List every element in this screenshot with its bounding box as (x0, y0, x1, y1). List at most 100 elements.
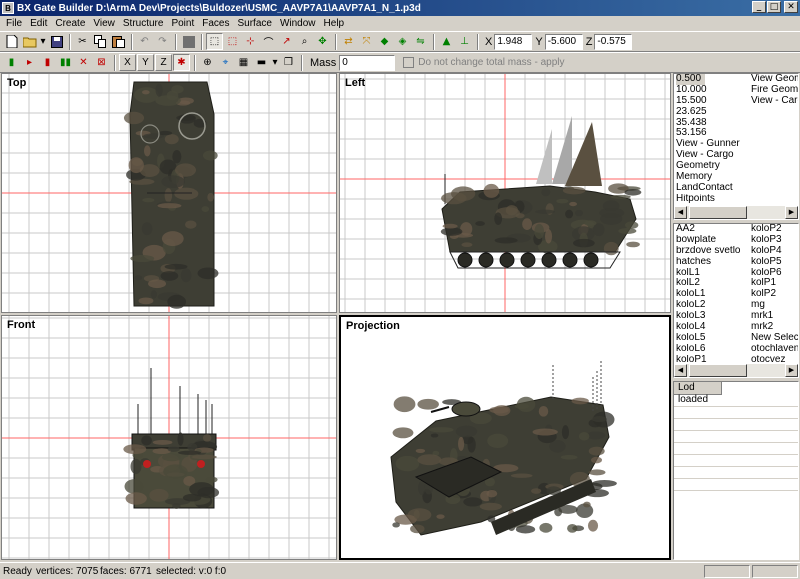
dropdown-arrow-icon[interactable]: ▾ (39, 33, 47, 50)
select-tool-icon[interactable]: ⬚ (206, 33, 223, 50)
scroll-thumb[interactable] (689, 364, 747, 377)
selection-item[interactable]: koloP4 (751, 246, 798, 257)
left-view-canvas[interactable] (340, 74, 671, 313)
cross-select-icon[interactable]: ✕ (75, 54, 92, 71)
select-faces-icon[interactable]: ⬚ (224, 33, 241, 50)
undo-icon[interactable]: ↶ (136, 33, 153, 50)
cylinder-red-icon[interactable]: ▮ (39, 54, 56, 71)
select-vertices-icon[interactable]: ⊹ (242, 33, 259, 50)
selection-item[interactable]: koloL6 (676, 344, 750, 355)
keep-mass-checkbox[interactable] (403, 57, 415, 68)
copy-icon[interactable] (92, 33, 109, 50)
top-view-canvas[interactable] (2, 74, 337, 313)
x-coord-input[interactable]: 1.948 (494, 33, 533, 50)
projection-view-canvas[interactable] (341, 317, 669, 558)
lod-item[interactable]: 23.625 (676, 107, 750, 118)
selection-item[interactable]: brzdove svetlo (676, 246, 750, 257)
viewport-top[interactable]: Top (1, 73, 337, 313)
magnify-icon[interactable]: ⌕ (296, 33, 313, 50)
paste-icon[interactable] (110, 33, 127, 50)
maximize-button[interactable]: □ (767, 1, 781, 13)
point-mode-icon[interactable]: ▸ (21, 54, 38, 71)
selection-item[interactable]: mrk2 (751, 322, 798, 333)
selection-item[interactable]: koloL5 (676, 333, 750, 344)
mirror-icon[interactable]: ◆ (376, 33, 393, 50)
menu-surface[interactable]: Surface (233, 18, 275, 29)
selection-item[interactable]: hatches (676, 257, 750, 268)
lod-item[interactable]: Fire Geometry (751, 85, 798, 96)
redo-icon[interactable]: ↷ (154, 33, 171, 50)
menu-window[interactable]: Window (276, 18, 320, 29)
pivot-set-icon[interactable]: ⊥ (456, 33, 473, 50)
flip-icon[interactable]: ⇋ (412, 33, 429, 50)
z-coord-input[interactable]: -0.575 (594, 33, 633, 50)
selection-item[interactable]: koloP3 (751, 235, 798, 246)
front-view-canvas[interactable] (2, 316, 337, 560)
close-button[interactable]: ✕ (784, 1, 798, 13)
selection-item[interactable]: bowplate (676, 235, 750, 246)
scroll-left-icon[interactable]: ◀ (674, 364, 687, 377)
scale-icon[interactable]: ⤧ (358, 33, 375, 50)
lod-item[interactable]: 53.156 (676, 128, 750, 139)
menu-file[interactable]: File (2, 18, 26, 29)
pivot-icon[interactable]: ▲ (438, 33, 455, 50)
point-red-icon[interactable]: ▮ (3, 54, 20, 71)
move-icon[interactable]: ⇄ (340, 33, 357, 50)
minimize-button[interactable]: _ (752, 1, 766, 13)
selection-item[interactable]: koloP5 (751, 257, 798, 268)
menu-structure[interactable]: Structure (119, 18, 168, 29)
save-icon[interactable] (48, 33, 65, 50)
selection-item[interactable]: koloP2 (751, 224, 798, 235)
z-axis-button[interactable]: Z (155, 54, 172, 71)
snap-icon[interactable]: ⌖ (217, 54, 234, 71)
lod-item[interactable]: View - Cargo (676, 150, 750, 161)
selection-item[interactable]: otochlaven (751, 344, 798, 355)
render-mode-icon[interactable]: ▬ (253, 54, 270, 71)
scroll-right-icon[interactable]: ▶ (785, 364, 798, 377)
mass-input[interactable]: 0 (339, 54, 396, 71)
lock-axis-icon[interactable]: ✱ (173, 54, 190, 71)
cut-icon[interactable]: ✂ (74, 33, 91, 50)
lod-item[interactable]: 0.500 (676, 74, 750, 85)
selection-item[interactable]: koloP6 (751, 268, 798, 279)
selections-scrollbar[interactable]: ◀ ▶ (674, 364, 798, 377)
selection-item[interactable]: kolL1 (676, 268, 750, 279)
crosshair-icon[interactable]: ⊕ (199, 54, 216, 71)
lod-item[interactable]: Memory (676, 172, 750, 183)
menu-create[interactable]: Create (51, 18, 89, 29)
lod-scrollbar[interactable]: ◀ ▶ (674, 206, 798, 219)
lasso-icon[interactable]: ⌒ (260, 33, 277, 50)
selection-item[interactable]: koloL4 (676, 322, 750, 333)
cube-icon[interactable]: ❒ (280, 54, 297, 71)
extrude-icon[interactable]: ◈ (394, 33, 411, 50)
lod-item[interactable]: View - Gunner (676, 139, 750, 150)
cross-clear-icon[interactable]: ⊠ (93, 54, 110, 71)
stop-icon[interactable] (180, 33, 197, 50)
menu-point[interactable]: Point (167, 18, 198, 29)
selection-item[interactable]: kolL2 (676, 278, 750, 289)
selection-item[interactable]: AA2 (676, 224, 750, 235)
selection-item[interactable]: koloL2 (676, 300, 750, 311)
viewport-front[interactable]: Front (1, 315, 337, 560)
selection-item[interactable]: kolP2 (751, 289, 798, 300)
lod-item[interactable]: View Geometry (751, 74, 798, 85)
lod-item[interactable]: 15.500 (676, 96, 750, 107)
selection-item[interactable]: mrk1 (751, 311, 798, 322)
selection-item[interactable]: koloL1 (676, 289, 750, 300)
lod-item[interactable]: Hitpoints (676, 194, 750, 205)
selection-item[interactable]: koloL3 (676, 311, 750, 322)
lod-item[interactable]: 35.438 (676, 118, 750, 129)
viewport-left[interactable]: Left (339, 73, 671, 313)
selection-item[interactable]: mg (751, 300, 798, 311)
open-folder-icon[interactable] (21, 33, 38, 50)
pin-icon[interactable]: ↗ (278, 33, 295, 50)
menu-view[interactable]: View (89, 18, 119, 29)
scroll-thumb[interactable] (689, 206, 747, 219)
named-selections-list[interactable]: AA2 bowplate brzdove svetlo hatches kolL1 kol… (673, 223, 799, 378)
lod-item[interactable]: View - Cargo (751, 96, 798, 107)
menu-edit[interactable]: Edit (26, 18, 51, 29)
new-file-icon[interactable] (3, 33, 20, 50)
y-axis-button[interactable]: Y (137, 54, 154, 71)
menu-faces[interactable]: Faces (198, 18, 233, 29)
x-axis-button[interactable]: X (119, 54, 136, 71)
